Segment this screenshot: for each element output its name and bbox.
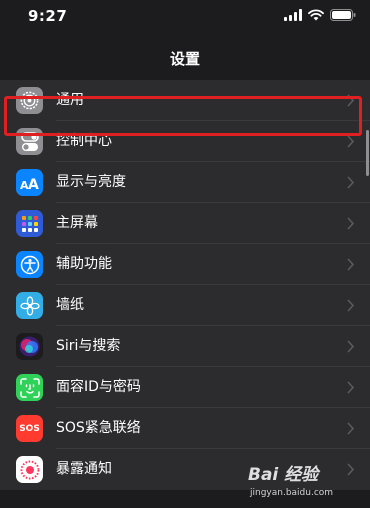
chevron-right-icon	[347, 217, 354, 230]
settings-screen: 9:27 设置 通用 控制中心 A A 显示与亮度 主屏幕 辅助功能 墙纸 Si…	[0, 0, 370, 508]
chevron-right-icon	[347, 258, 354, 271]
gear-icon	[16, 87, 43, 114]
settings-row-label: 墙纸	[56, 297, 84, 313]
battery-icon	[330, 9, 356, 21]
toggles-icon	[16, 128, 43, 155]
chevron-right-icon	[347, 381, 354, 394]
status-icons	[284, 9, 356, 21]
settings-row-general[interactable]: 通用	[0, 80, 370, 121]
chevron-right-icon	[347, 299, 354, 312]
status-time: 9:27	[28, 7, 68, 25]
svg-text:A: A	[28, 177, 39, 191]
settings-row-accessibility[interactable]: 辅助功能	[0, 244, 370, 285]
chevron-right-icon	[347, 135, 354, 148]
chevron-right-icon	[347, 340, 354, 353]
exposure-icon	[16, 456, 43, 483]
settings-row-display[interactable]: A A 显示与亮度	[0, 162, 370, 203]
settings-row-label: 暴露通知	[56, 461, 112, 477]
settings-row-face-id[interactable]: 面容ID与密码	[0, 367, 370, 408]
home-grid-icon	[16, 210, 43, 237]
sos-icon: SOS	[16, 415, 43, 442]
sos-icon-text: SOS	[19, 423, 40, 434]
watermark: Bai 经验 jingyan.baidu.com	[248, 460, 368, 506]
settings-list: 通用 控制中心 A A 显示与亮度 主屏幕 辅助功能 墙纸 Siri与搜索 面容…	[0, 80, 370, 490]
face-id-icon	[16, 374, 43, 401]
scroll-indicator[interactable]	[366, 130, 369, 176]
wifi-icon	[308, 9, 324, 21]
settings-row-emergency-sos[interactable]: SOS SOS紧急联络	[0, 408, 370, 449]
accessibility-icon	[16, 251, 43, 278]
settings-row-label: SOS紧急联络	[56, 420, 141, 436]
settings-row-siri[interactable]: Siri与搜索	[0, 326, 370, 367]
chevron-right-icon	[347, 422, 354, 435]
watermark-logo: Bai 经验	[248, 465, 319, 485]
settings-row-label: 辅助功能	[56, 256, 112, 272]
signal-icon	[284, 9, 302, 21]
settings-row-control-center[interactable]: 控制中心	[0, 121, 370, 162]
settings-row-home-screen[interactable]: 主屏幕	[0, 203, 370, 244]
settings-row-label: 主屏幕	[56, 215, 98, 231]
status-bar: 9:27	[0, 0, 370, 36]
flower-icon	[16, 292, 43, 319]
settings-row-label: 通用	[56, 92, 84, 108]
text-size-icon: A A	[16, 169, 43, 196]
page-title: 设置	[169, 50, 200, 68]
chevron-right-icon	[347, 94, 354, 107]
settings-row-label: 面容ID与密码	[56, 379, 141, 395]
settings-row-label: Siri与搜索	[56, 338, 121, 354]
settings-row-label: 显示与亮度	[56, 174, 126, 190]
chevron-right-icon	[347, 176, 354, 189]
siri-icon	[16, 333, 43, 360]
settings-row-wallpaper[interactable]: 墙纸	[0, 285, 370, 326]
watermark-url: jingyan.baidu.com	[250, 488, 334, 498]
settings-row-label: 控制中心	[56, 133, 112, 149]
